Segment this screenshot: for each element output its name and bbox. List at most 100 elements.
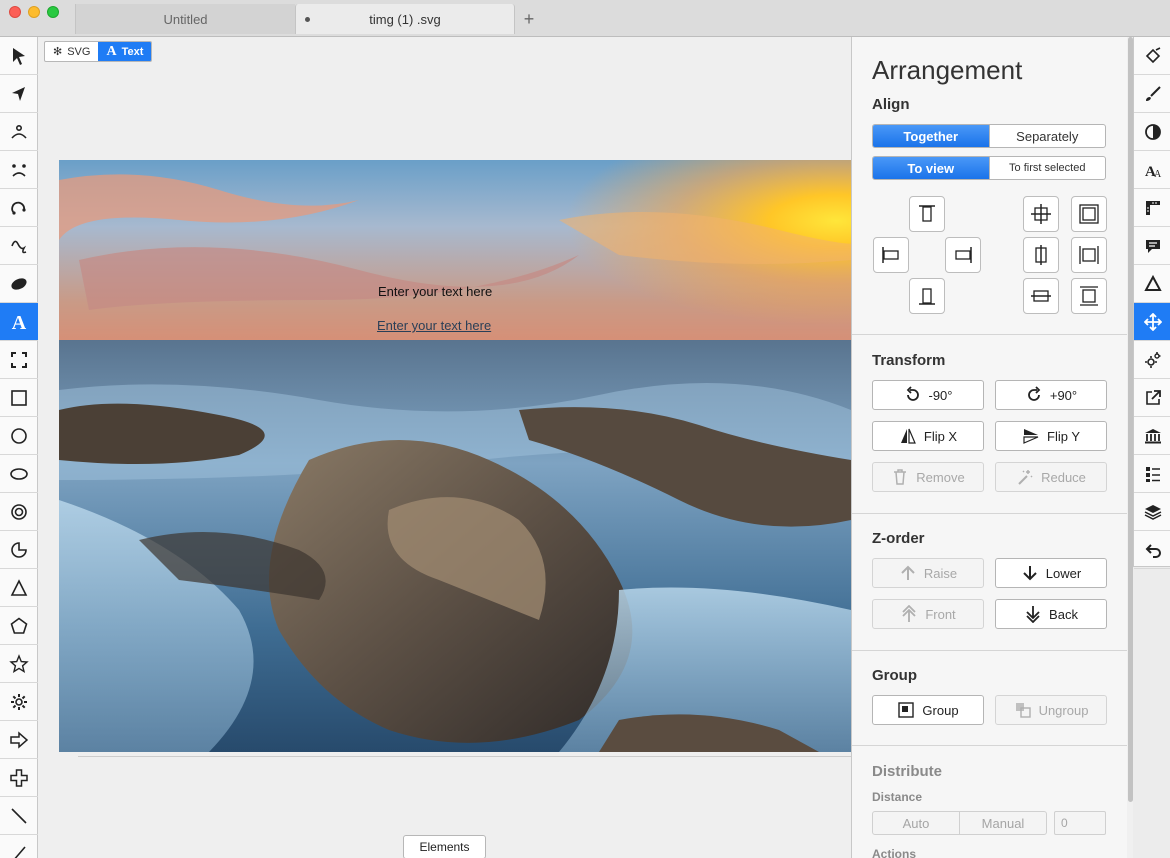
ring-tool[interactable]	[0, 493, 38, 531]
triangle-outline-icon	[1143, 274, 1162, 291]
tab-untitled[interactable]: Untitled	[75, 4, 295, 34]
title-bar: Untitled timg (1) .svg +	[0, 0, 1170, 37]
ungroup-button[interactable]: Ungroup	[995, 695, 1107, 725]
pentagon-tool[interactable]	[0, 607, 38, 645]
fit-height-button[interactable]	[1071, 278, 1107, 314]
frame-tool[interactable]	[0, 341, 38, 379]
extensions-tool[interactable]	[1134, 341, 1170, 379]
reduce-label: Reduce	[1041, 469, 1086, 485]
layers-tool[interactable]	[1134, 493, 1170, 531]
flip-y-button[interactable]: Flip Y	[995, 421, 1107, 451]
export-icon	[1145, 389, 1161, 405]
fill-tool[interactable]	[1134, 37, 1170, 75]
angle-tool[interactable]	[0, 835, 38, 858]
list-tool[interactable]	[1134, 455, 1170, 493]
arrange-tool[interactable]	[1134, 303, 1170, 341]
list-icon	[1145, 466, 1160, 482]
manual-option[interactable]: Manual	[959, 812, 1046, 834]
align-center-button[interactable]	[1023, 196, 1059, 232]
arrow-shape-tool[interactable]	[0, 721, 38, 759]
align-vertical-center-button[interactable]	[1023, 278, 1059, 314]
align-right-icon	[955, 247, 972, 263]
pie-tool[interactable]	[0, 531, 38, 569]
select-tool[interactable]	[0, 37, 38, 75]
group-button[interactable]: Group	[872, 695, 984, 725]
star-tool[interactable]	[0, 645, 38, 683]
zoom-window-button[interactable]	[47, 6, 59, 18]
to-first-selected-option[interactable]: To first selected	[988, 157, 1106, 179]
rotate-ccw-icon	[906, 386, 919, 401]
distance-input[interactable]: 0	[1054, 811, 1106, 835]
node-tool[interactable]	[0, 75, 38, 113]
comment-tool[interactable]	[1134, 227, 1170, 265]
canvas-area[interactable]: ✻ SVG A Text Enter your text here Enter …	[38, 37, 851, 858]
brush-icon	[1145, 85, 1161, 101]
export-tool[interactable]	[1134, 379, 1170, 417]
pen-tool[interactable]	[0, 227, 38, 265]
reduce-button[interactable]: Reduce	[995, 462, 1107, 492]
to-view-option[interactable]: To view	[873, 157, 989, 179]
circle-tool[interactable]	[0, 417, 38, 455]
bezier-tool[interactable]	[0, 113, 38, 151]
text-tool[interactable]: A	[0, 303, 38, 341]
align-left-button[interactable]	[873, 237, 909, 273]
flip-x-button[interactable]: Flip X	[872, 421, 984, 451]
pentagon-icon	[10, 617, 28, 634]
elements-button[interactable]: Elements	[403, 835, 486, 858]
rectangle-icon	[11, 389, 27, 406]
ellipse-tool[interactable]	[0, 455, 38, 493]
line-tool[interactable]	[0, 797, 38, 835]
align-bottom-button[interactable]	[909, 278, 945, 314]
svg-mode-button[interactable]: ✻ SVG	[45, 42, 98, 61]
right-toolbar: AA	[1133, 37, 1170, 569]
together-option[interactable]: Together	[873, 125, 989, 147]
triangle-tool[interactable]	[0, 569, 38, 607]
close-window-button[interactable]	[9, 6, 21, 18]
shape-tool[interactable]	[1134, 265, 1170, 303]
freehand-tool[interactable]	[0, 151, 38, 189]
back-button[interactable]: Back	[995, 599, 1107, 629]
ruler-tool[interactable]	[1134, 189, 1170, 227]
stroke-tool[interactable]	[1134, 75, 1170, 113]
align-heading: Align	[872, 96, 910, 113]
rectangle-tool[interactable]	[0, 379, 38, 417]
font-tool[interactable]: AA	[1134, 151, 1170, 189]
text-mode-button[interactable]: A Text	[98, 42, 152, 61]
align-right-button[interactable]	[945, 237, 981, 273]
spiral-tool[interactable]	[0, 189, 38, 227]
tab-timg-svg[interactable]: timg (1) .svg	[295, 4, 515, 34]
actions-label: Actions	[872, 847, 917, 858]
contrast-tool[interactable]	[1134, 113, 1170, 151]
gear-tool[interactable]	[0, 683, 38, 721]
remove-transform-button[interactable]: Remove	[872, 462, 984, 492]
zorder-heading: Z-order	[872, 530, 925, 547]
fit-frame-button[interactable]	[1071, 196, 1107, 232]
rotate-cw-button[interactable]: +90°	[995, 380, 1107, 410]
seascape-image[interactable]	[59, 160, 851, 752]
canvas-text-2[interactable]: Enter your text here	[377, 318, 491, 333]
add-tab-button[interactable]: +	[518, 6, 540, 32]
align-top-button[interactable]	[909, 196, 945, 232]
cross-shape-tool[interactable]	[0, 759, 38, 797]
spiral-icon	[11, 201, 26, 215]
ruler-icon	[1145, 200, 1160, 215]
blob-tool[interactable]	[0, 265, 38, 303]
front-button[interactable]: Front	[872, 599, 984, 629]
library-tool[interactable]	[1134, 417, 1170, 455]
undo-tool[interactable]	[1134, 531, 1170, 569]
fit-width-button[interactable]	[1071, 237, 1107, 273]
align-horizontal-center-button[interactable]	[1023, 237, 1059, 273]
divider	[852, 334, 1127, 335]
separately-option[interactable]: Separately	[988, 125, 1106, 147]
auto-option[interactable]: Auto	[873, 812, 959, 834]
flip-x-icon	[900, 428, 916, 444]
group-heading: Group	[872, 667, 917, 684]
raise-button[interactable]: Raise	[872, 558, 984, 588]
raise-label: Raise	[923, 565, 958, 581]
svg-text:A: A	[1154, 169, 1162, 179]
canvas-text-1[interactable]: Enter your text here	[378, 284, 492, 299]
rotate-ccw-button[interactable]: -90°	[872, 380, 984, 410]
comment-icon	[1145, 239, 1160, 253]
minimize-window-button[interactable]	[28, 6, 40, 18]
lower-button[interactable]: Lower	[995, 558, 1107, 588]
